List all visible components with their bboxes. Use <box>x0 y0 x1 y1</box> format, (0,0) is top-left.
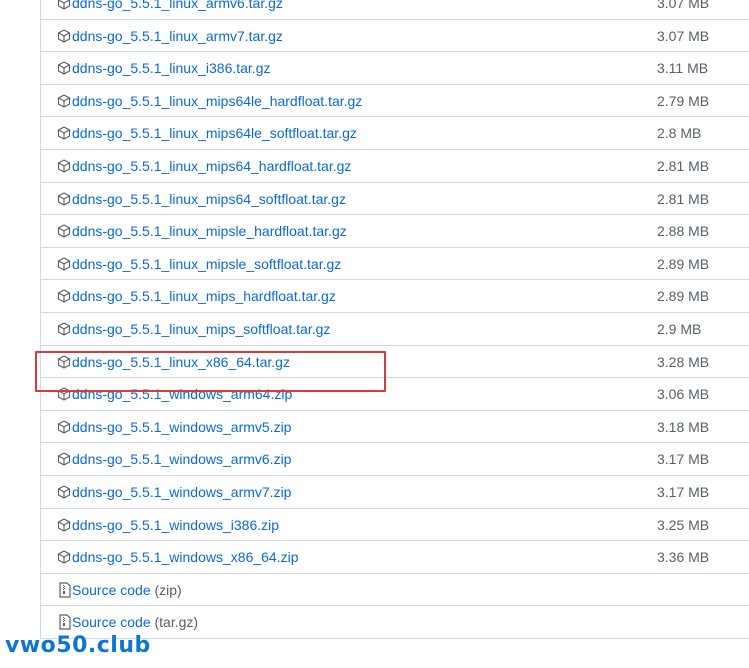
asset-link[interactable]: ddns-go_5.5.1_linux_armv6.tar.gz <box>72 0 283 11</box>
asset-row: ddns-go_5.5.1_linux_mipsle_softfloat.tar… <box>41 248 749 281</box>
package-icon <box>57 61 71 75</box>
asset-size: 3.11 MB <box>657 60 709 77</box>
package-icon <box>57 550 71 564</box>
source-label: Source code <box>72 614 151 631</box>
asset-link[interactable]: ddns-go_5.5.1_linux_mips64_hardfloat.tar… <box>72 158 351 174</box>
asset-row: ddns-go_5.5.1_windows_i386.zip 3.25 MB <box>41 509 749 542</box>
package-icon <box>57 94 71 108</box>
asset-size: 2.9 MB <box>657 320 702 337</box>
asset-link[interactable]: ddns-go_5.5.1_windows_armv6.zip <box>72 451 291 467</box>
release-assets-list: ddns-go_5.5.1_linux_armv6.tar.gz 3.07 MB… <box>40 0 749 639</box>
asset-link[interactable]: ddns-go_5.5.1_linux_i386.tar.gz <box>72 60 270 76</box>
asset-size: 2.79 MB <box>657 92 710 109</box>
highlight-box <box>35 351 386 392</box>
asset-row: ddns-go_5.5.1_windows_armv6.zip 3.17 MB <box>41 443 749 476</box>
source-label: Source code <box>72 581 151 598</box>
asset-size: 3.17 MB <box>657 483 710 500</box>
asset-row: ddns-go_5.5.1_linux_mips64_hardfloat.tar… <box>41 150 749 183</box>
asset-size: 3.17 MB <box>657 451 710 468</box>
asset-size: 3.36 MB <box>657 549 710 566</box>
asset-link[interactable]: ddns-go_5.5.1_windows_armv7.zip <box>72 484 291 500</box>
asset-row: ddns-go_5.5.1_linux_mipsle_hardfloat.tar… <box>41 215 749 248</box>
asset-link[interactable]: ddns-go_5.5.1_linux_mipsle_hardfloat.tar… <box>72 223 347 239</box>
source-code-zip-link[interactable]: Source code (zip) <box>72 582 182 598</box>
package-icon <box>57 224 71 238</box>
asset-link[interactable]: ddns-go_5.5.1_linux_mips64le_hardfloat.t… <box>72 93 362 109</box>
asset-link[interactable]: ddns-go_5.5.1_windows_x86_64.zip <box>72 549 299 565</box>
package-icon <box>57 517 71 532</box>
source-format: (zip) <box>154 581 182 598</box>
asset-row: ddns-go_5.5.1_linux_mips64_softfloat.tar… <box>41 183 749 216</box>
asset-row: ddns-go_5.5.1_windows_armv7.zip 3.17 MB <box>41 476 749 509</box>
asset-row: ddns-go_5.5.1_linux_mips64le_softfloat.t… <box>41 117 749 150</box>
asset-row: ddns-go_5.5.1_linux_i386.tar.gz 3.11 MB <box>41 52 749 85</box>
package-icon <box>57 322 71 336</box>
asset-row: ddns-go_5.5.1_linux_armv7.tar.gz 3.07 MB <box>41 20 749 53</box>
package-icon <box>57 29 71 43</box>
asset-size: 3.07 MB <box>657 27 710 44</box>
package-icon <box>57 289 71 303</box>
asset-link[interactable]: ddns-go_5.5.1_linux_mipsle_softfloat.tar… <box>72 256 341 272</box>
file-zip-icon <box>59 582 71 598</box>
package-icon <box>57 191 71 206</box>
asset-link[interactable]: ddns-go_5.5.1_linux_mips64_softfloat.tar… <box>72 191 346 207</box>
asset-size: 3.25 MB <box>657 516 710 533</box>
source-row: Source code (zip) <box>41 574 749 607</box>
package-icon <box>57 485 71 499</box>
package-icon <box>57 420 71 434</box>
asset-link[interactable]: ddns-go_5.5.1_linux_armv7.tar.gz <box>72 28 283 44</box>
asset-size: 2.89 MB <box>657 255 710 272</box>
asset-size: 3.07 MB <box>657 0 710 11</box>
asset-row: ddns-go_5.5.1_linux_mips_softfloat.tar.g… <box>41 313 749 346</box>
source-code-targz-link[interactable]: Source code (tar.gz) <box>72 614 198 630</box>
asset-size: 2.81 MB <box>657 190 710 207</box>
asset-row: ddns-go_5.5.1_linux_mips64le_hardfloat.t… <box>41 85 749 118</box>
asset-link[interactable]: ddns-go_5.5.1_windows_armv5.zip <box>72 419 291 435</box>
asset-link[interactable]: ddns-go_5.5.1_linux_mips_hardfloat.tar.g… <box>72 288 336 304</box>
package-icon <box>57 126 71 140</box>
asset-link[interactable]: ddns-go_5.5.1_linux_mips64le_softfloat.t… <box>72 125 357 141</box>
asset-size: 3.28 MB <box>657 353 710 370</box>
file-zip-icon <box>59 614 71 630</box>
asset-row: ddns-go_5.5.1_linux_mips_hardfloat.tar.g… <box>41 280 749 313</box>
asset-size: 2.8 MB <box>657 125 702 142</box>
package-icon <box>57 0 71 10</box>
package-icon <box>57 257 71 271</box>
watermark: vwo50.club <box>5 633 151 658</box>
package-icon <box>57 159 71 173</box>
source-format: (tar.gz) <box>154 614 199 631</box>
asset-link[interactable]: ddns-go_5.5.1_linux_mips_softfloat.tar.g… <box>72 321 330 337</box>
asset-size: 2.89 MB <box>657 288 710 305</box>
asset-link[interactable]: ddns-go_5.5.1_windows_i386.zip <box>72 517 279 533</box>
asset-size: 3.18 MB <box>657 418 710 435</box>
asset-size: 2.88 MB <box>657 223 710 240</box>
asset-row: ddns-go_5.5.1_windows_x86_64.zip 3.36 MB <box>41 541 749 574</box>
asset-row: ddns-go_5.5.1_linux_armv6.tar.gz 3.07 MB <box>41 0 749 20</box>
package-icon <box>57 452 71 466</box>
asset-size: 3.06 MB <box>657 386 710 403</box>
asset-size: 2.81 MB <box>657 157 710 174</box>
asset-row: ddns-go_5.5.1_windows_armv5.zip 3.18 MB <box>41 411 749 444</box>
